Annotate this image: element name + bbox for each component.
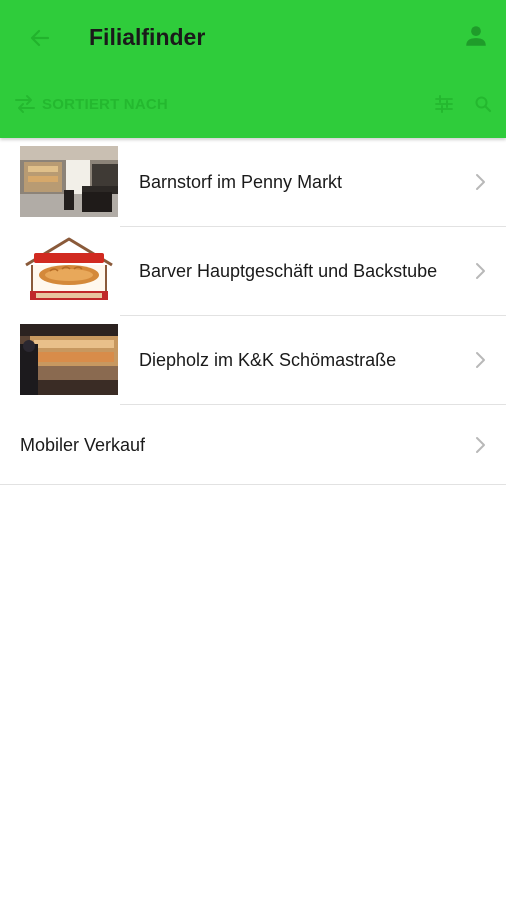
app-screen: Filialfinder SORTIERT NACH Barnstorf im …: [0, 0, 506, 900]
store-name: Barnstorf im Penny Markt: [139, 172, 343, 192]
store-thumbnail: [20, 235, 118, 306]
search-icon: [475, 96, 492, 113]
chevron-right-icon: [476, 352, 485, 368]
chevron-right-icon: [476, 437, 485, 453]
profile-button[interactable]: [460, 20, 492, 52]
row-divider: [0, 484, 506, 485]
bakery-logo: [20, 235, 118, 306]
sort-button[interactable]: SORTIERT NACH: [14, 92, 168, 116]
search-button[interactable]: [472, 92, 494, 116]
store-name: Diepholz im K&K Schömastraße: [139, 350, 397, 370]
store-thumbnail: [20, 146, 118, 217]
sort-label: SORTIERT NACH: [42, 95, 168, 113]
filter-button[interactable]: [432, 92, 456, 116]
chevron-right-icon: [476, 174, 485, 190]
store-row[interactable]: Barnstorf im Penny Markt: [0, 138, 506, 227]
store-row[interactable]: Barver Hauptgeschäft und Backstube: [0, 227, 506, 316]
swap-arrows-icon: [15, 95, 35, 113]
arrow-left-icon: [30, 29, 50, 47]
store-row[interactable]: Diepholz im K&K Schömastraße: [0, 316, 506, 405]
store-list: Barnstorf im Penny Markt Barver Hauptges…: [0, 138, 506, 485]
page-title: Filialfinder: [89, 24, 206, 50]
chevron-right-icon: [476, 263, 485, 279]
store-row[interactable]: Mobiler Verkauf: [0, 405, 506, 485]
store-name: Barver Hauptgeschäft und Backstube: [139, 261, 438, 281]
person-icon: [466, 26, 486, 46]
back-button[interactable]: [22, 20, 58, 56]
app-bar: Filialfinder SORTIERT NACH: [0, 0, 506, 138]
filter-sliders-icon: [435, 95, 453, 113]
store-name: Mobiler Verkauf: [20, 435, 146, 455]
store-thumbnail: [20, 324, 118, 395]
